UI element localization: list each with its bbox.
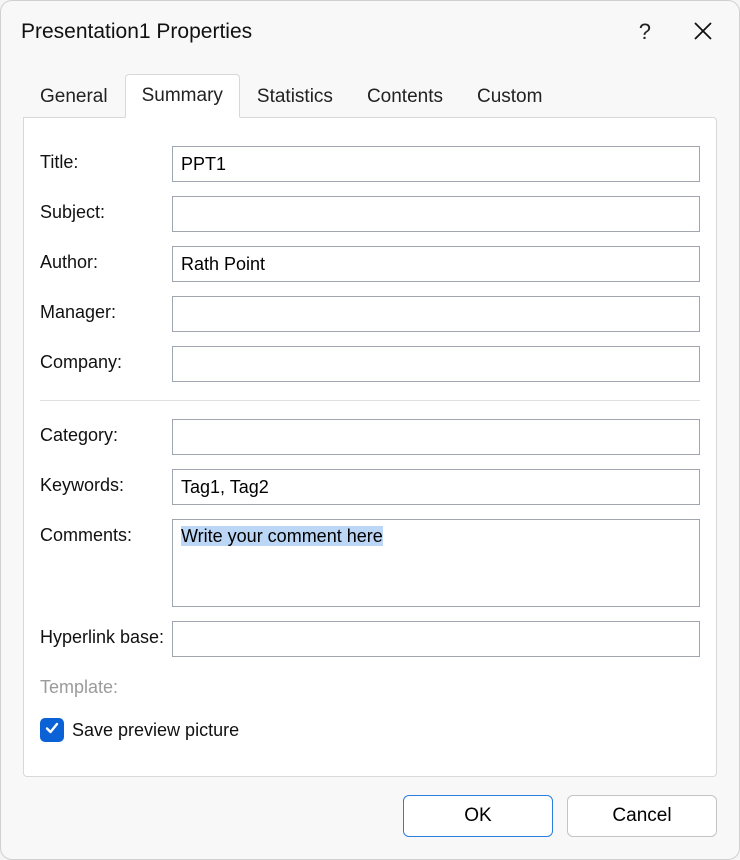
label-title: Title: xyxy=(40,146,172,173)
title-input[interactable] xyxy=(172,146,700,182)
comments-input[interactable]: Write your comment here xyxy=(172,519,700,607)
tab-panel-summary: Title: Subject: Author: Manager: Company… xyxy=(23,117,717,777)
tabs: General Summary Statistics Contents Cust… xyxy=(1,55,739,117)
cancel-button[interactable]: Cancel xyxy=(567,795,717,837)
row-title: Title: xyxy=(40,146,700,182)
label-manager: Manager: xyxy=(40,296,172,323)
help-button[interactable]: ? xyxy=(631,15,659,49)
dialog-title: Presentation1 Properties xyxy=(21,20,252,44)
button-bar: OK Cancel xyxy=(1,779,739,859)
label-company: Company: xyxy=(40,346,172,373)
label-hyperlink-base: Hyperlink base: xyxy=(40,621,172,648)
label-subject: Subject: xyxy=(40,196,172,223)
row-save-preview: Save preview picture xyxy=(40,718,700,742)
company-input[interactable] xyxy=(172,346,700,382)
hyperlink-base-input[interactable] xyxy=(172,621,700,657)
author-input[interactable] xyxy=(172,246,700,282)
tab-statistics[interactable]: Statistics xyxy=(240,74,350,118)
tab-summary[interactable]: Summary xyxy=(125,74,240,118)
close-icon xyxy=(693,21,713,44)
close-button[interactable] xyxy=(689,17,717,48)
row-comments: Comments: Write your comment here xyxy=(40,519,700,607)
category-input[interactable] xyxy=(172,419,700,455)
tab-general[interactable]: General xyxy=(23,74,125,118)
ok-button[interactable]: OK xyxy=(403,795,553,837)
subject-input[interactable] xyxy=(172,196,700,232)
label-keywords: Keywords: xyxy=(40,469,172,496)
label-save-preview: Save preview picture xyxy=(72,720,239,741)
row-category: Category: xyxy=(40,419,700,455)
titlebar-controls: ? xyxy=(631,15,717,49)
row-keywords: Keywords: xyxy=(40,469,700,505)
properties-dialog: Presentation1 Properties ? General Summa… xyxy=(0,0,740,860)
label-template: Template: xyxy=(40,671,172,698)
comments-selected-text: Write your comment here xyxy=(181,526,383,546)
label-author: Author: xyxy=(40,246,172,273)
keywords-input[interactable] xyxy=(172,469,700,505)
tab-custom[interactable]: Custom xyxy=(460,74,559,118)
row-author: Author: xyxy=(40,246,700,282)
save-preview-checkbox[interactable] xyxy=(40,718,64,742)
row-manager: Manager: xyxy=(40,296,700,332)
titlebar: Presentation1 Properties ? xyxy=(1,1,739,55)
label-category: Category: xyxy=(40,419,172,446)
row-template: Template: xyxy=(40,671,700,698)
row-subject: Subject: xyxy=(40,196,700,232)
row-hyperlink-base: Hyperlink base: xyxy=(40,621,700,657)
divider xyxy=(40,400,700,401)
manager-input[interactable] xyxy=(172,296,700,332)
tab-contents[interactable]: Contents xyxy=(350,74,460,118)
row-company: Company: xyxy=(40,346,700,382)
label-comments: Comments: xyxy=(40,519,172,546)
check-icon xyxy=(44,720,60,741)
